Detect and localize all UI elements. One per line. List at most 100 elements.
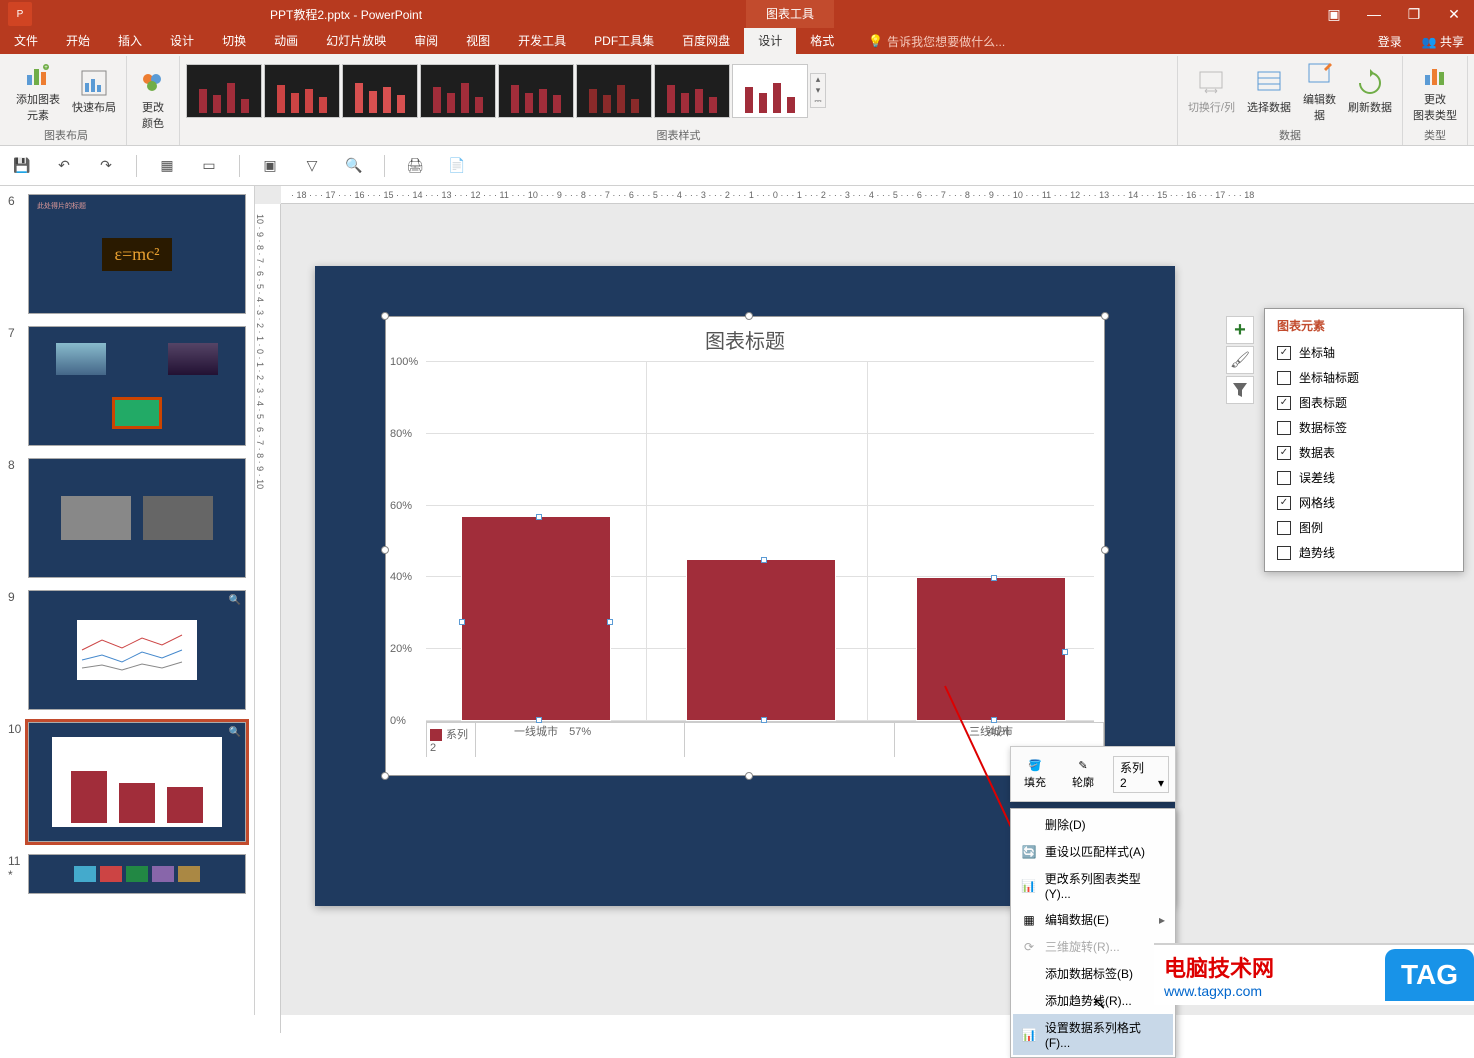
tab-chart-format[interactable]: 格式 [796, 28, 848, 54]
menu-add-data-labels[interactable]: 添加数据标签(B)▸ [1013, 960, 1173, 987]
slide-thumb-6[interactable]: 6 ε=mc²此处得片的标题 [8, 194, 246, 314]
resize-handle-s[interactable] [745, 772, 753, 780]
tab-home[interactable]: 开始 [52, 28, 104, 54]
qat-btn-7[interactable]: 📄 [445, 154, 469, 178]
chart-bar-1[interactable] [461, 516, 611, 721]
mini-outline-button[interactable]: ✎ 轮廓 [1059, 747, 1107, 801]
bar-handle[interactable] [1062, 649, 1068, 655]
chart-styles-more[interactable]: ▴▾⎓ [810, 73, 826, 108]
checkbox-icon[interactable] [1277, 371, 1291, 385]
checkbox-icon[interactable] [1277, 471, 1291, 485]
chart-plot-area[interactable]: 0% 20% 40% 60% 80% 100% [426, 362, 1094, 722]
tab-pdf[interactable]: PDF工具集 [580, 28, 668, 54]
menu-delete[interactable]: 删除(D) [1013, 811, 1173, 838]
chart-bar-2[interactable] [686, 559, 836, 721]
chk-axes[interactable]: ✓坐标轴 [1265, 340, 1463, 365]
chart-style-8[interactable] [732, 64, 808, 118]
quick-layout-button[interactable]: 快速布局 [68, 65, 120, 117]
checkbox-icon[interactable]: ✓ [1277, 396, 1291, 410]
bar-handle[interactable] [991, 575, 997, 581]
bar-handle[interactable] [761, 717, 767, 723]
undo-button[interactable]: ↶ [52, 154, 76, 178]
tab-animations[interactable]: 动画 [260, 28, 312, 54]
select-data-button[interactable]: 选择数据 [1243, 65, 1295, 117]
slide-thumb-11[interactable]: 11* [8, 854, 246, 894]
chart-style-6[interactable] [576, 64, 652, 118]
chk-trendline[interactable]: 趋势线 [1265, 540, 1463, 565]
checkbox-icon[interactable] [1277, 421, 1291, 435]
chk-axis-titles[interactable]: 坐标轴标题 [1265, 365, 1463, 390]
chk-data-table[interactable]: ✓数据表 [1265, 440, 1463, 465]
chart-style-2[interactable] [264, 64, 340, 118]
resize-handle-e[interactable] [1101, 546, 1109, 554]
redo-button[interactable]: ↷ [94, 154, 118, 178]
checkbox-icon[interactable] [1277, 546, 1291, 560]
chk-chart-title[interactable]: ✓图表标题 [1265, 390, 1463, 415]
save-button[interactable]: 💾 [10, 154, 34, 178]
slide-thumb-7[interactable]: 7 [8, 326, 246, 446]
qat-btn-6[interactable]: 🖨 [403, 154, 427, 178]
switch-row-col-button[interactable]: 切换行/列 [1184, 65, 1239, 117]
chart-style-1[interactable] [186, 64, 262, 118]
restore-button[interactable]: ❐ [1394, 0, 1434, 28]
tab-baidu[interactable]: 百度网盘 [668, 28, 744, 54]
add-chart-element-button[interactable]: + 添加图表 元素 [12, 57, 64, 125]
checkbox-icon[interactable]: ✓ [1277, 446, 1291, 460]
edit-data-button[interactable]: 编辑数 据 [1299, 57, 1340, 125]
resize-handle-n[interactable] [745, 312, 753, 320]
checkbox-icon[interactable]: ✓ [1277, 496, 1291, 510]
tab-review[interactable]: 审阅 [400, 28, 452, 54]
change-chart-type-button[interactable]: 更改 图表类型 [1409, 57, 1461, 125]
ribbon-options-button[interactable]: ▣ [1314, 0, 1354, 28]
tab-file[interactable]: 文件 [0, 28, 52, 54]
tab-chart-design[interactable]: 设计 [744, 28, 796, 54]
slide-panel[interactable]: 6 ε=mc²此处得片的标题 7 8 9 🔍 10 🔍 11* [0, 186, 255, 1015]
checkbox-icon[interactable] [1277, 521, 1291, 535]
tell-me-box[interactable]: 💡告诉我您想要做什么... [848, 33, 1005, 50]
resize-handle-nw[interactable] [381, 312, 389, 320]
slide-thumb-9[interactable]: 9 🔍 [8, 590, 246, 710]
chart-style-5[interactable] [498, 64, 574, 118]
chart-styles-button[interactable]: 🖌 [1226, 346, 1254, 374]
bar-handle[interactable] [761, 557, 767, 563]
tab-view[interactable]: 视图 [452, 28, 504, 54]
share-button[interactable]: 👥 共享 [1412, 33, 1474, 50]
chart-style-7[interactable] [654, 64, 730, 118]
signin-button[interactable]: 登录 [1368, 33, 1412, 50]
slide-editor[interactable]: · 18 · · · 17 · · · 16 · · · 15 · · · 14… [255, 186, 1474, 1015]
menu-reset-style[interactable]: 🔄重设以匹配样式(A) [1013, 838, 1173, 865]
refresh-data-button[interactable]: 刷新数据 [1344, 65, 1396, 117]
qat-btn-1[interactable]: ▦ [155, 154, 179, 178]
chart-style-3[interactable] [342, 64, 418, 118]
tab-insert[interactable]: 插入 [104, 28, 156, 54]
tab-slideshow[interactable]: 幻灯片放映 [312, 28, 400, 54]
bar-handle[interactable] [607, 619, 613, 625]
qat-btn-3[interactable]: ▣ [258, 154, 282, 178]
chart-elements-button[interactable]: + [1226, 316, 1254, 344]
tab-developer[interactable]: 开发工具 [504, 28, 580, 54]
tab-transitions[interactable]: 切换 [208, 28, 260, 54]
close-button[interactable]: ✕ [1434, 0, 1474, 28]
mini-fill-button[interactable]: 🪣 填充 [1011, 747, 1059, 801]
chk-data-labels[interactable]: 数据标签 [1265, 415, 1463, 440]
bar-handle[interactable] [459, 619, 465, 625]
minimize-button[interactable]: — [1354, 0, 1394, 28]
menu-edit-data[interactable]: ▦编辑数据(E)▸ [1013, 906, 1173, 933]
chk-legend[interactable]: 图例 [1265, 515, 1463, 540]
chart-title[interactable]: 图表标题 [386, 317, 1104, 362]
menu-format-data-series[interactable]: 📊设置数据系列格式(F)... [1013, 1014, 1173, 1055]
menu-change-chart-type[interactable]: 📊更改系列图表类型(Y)... [1013, 865, 1173, 906]
qat-btn-2[interactable]: ▭ [197, 154, 221, 178]
qat-btn-5[interactable]: 🔍 [342, 154, 366, 178]
bar-handle[interactable] [536, 514, 542, 520]
chk-error-bars[interactable]: 误差线 [1265, 465, 1463, 490]
resize-handle-ne[interactable] [1101, 312, 1109, 320]
mini-series-selector[interactable]: 系列2 [1107, 747, 1175, 801]
resize-handle-sw[interactable] [381, 772, 389, 780]
tab-design[interactable]: 设计 [156, 28, 208, 54]
chart-filters-button[interactable] [1226, 376, 1254, 404]
resize-handle-w[interactable] [381, 546, 389, 554]
slide-thumb-8[interactable]: 8 [8, 458, 246, 578]
chart-style-4[interactable] [420, 64, 496, 118]
chk-gridlines[interactable]: ✓网格线 [1265, 490, 1463, 515]
